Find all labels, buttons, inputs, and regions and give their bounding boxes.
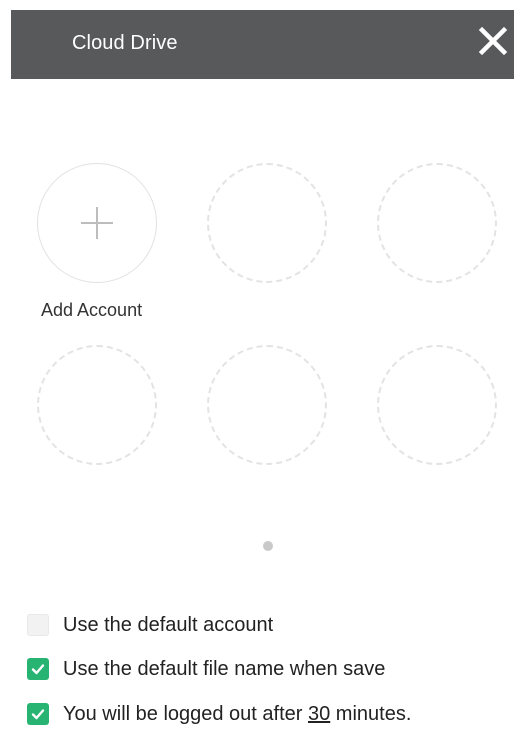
logout-prefix: You will be logged out after [63,702,308,725]
logout-minutes-link[interactable]: 30 [308,703,330,725]
add-account-button[interactable] [37,163,157,283]
plus-icon [81,207,113,239]
empty-account-slot [37,345,157,465]
default-account-checkbox[interactable] [27,614,49,636]
app-title: Cloud Drive [72,32,178,54]
default-account-option[interactable]: Use the default account [27,612,273,638]
empty-account-slot [377,345,497,465]
empty-account-slot [207,345,327,465]
empty-account-slot [207,163,327,283]
logout-suffix: minutes. [330,702,412,725]
logout-checkbox[interactable] [27,703,49,725]
add-account-label: Add Account [41,300,143,320]
default-account-label: Use the default account [63,613,274,636]
close-icon[interactable] [478,26,508,56]
logout-option[interactable]: You will be logged out after 30 minutes. [27,701,411,727]
default-filename-label: Use the default file name when save [63,657,386,680]
logout-label: You will be logged out after 30 minutes. [63,703,411,726]
default-filename-checkbox[interactable] [27,658,49,680]
empty-account-slot [377,163,497,283]
checkmark-icon [31,664,45,675]
checkmark-icon [31,709,45,720]
page-indicator-dot[interactable] [263,541,273,551]
app-header: Cloud Drive [11,10,514,79]
default-filename-option[interactable]: Use the default file name when save [27,656,385,682]
